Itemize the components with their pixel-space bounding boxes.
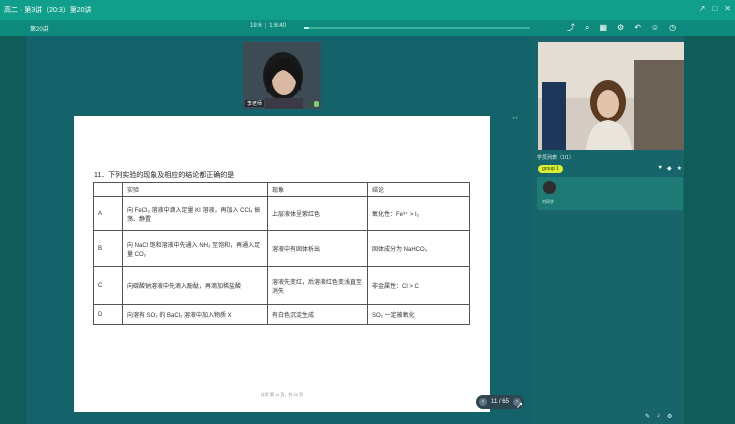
courseware-slide: 11．下列实验的现象及相应的结论都正确的是 实验 现象 结论 A 向 FeCl₃… [74, 116, 490, 412]
prev-page-button[interactable]: ‹ [479, 398, 487, 406]
table-header-row: 实验 现象 结论 [93, 182, 470, 197]
clock-icon[interactable]: ◷ [669, 22, 676, 33]
toolbar-icons: ⤴ ⌕ ▦ ⚙ ↶ ☺ ◷ [567, 22, 676, 33]
teacher-video[interactable]: 李老师 [243, 42, 321, 109]
member-name: 刘同学 [542, 199, 554, 204]
table-cell: 非金属性：Cl > C [367, 266, 470, 305]
table-cell: 氧化性：Fe³⁺ > I₂ [367, 196, 470, 231]
bottom-tool-icons: ✎ ♪ ⚙ [645, 413, 672, 420]
right-rail [684, 36, 735, 424]
table-row: D 向溶有 SO₂ 的 BaCl₂ 溶液中加入物质 X 有白色沉淀生成 SO₂ … [93, 304, 470, 325]
table-cell: 有白色沉淀生成 [267, 304, 368, 325]
table-cell: 向 FeCl₃ 溶液中滴入足量 KI 溶液，再加入 CCl₄ 振荡、静置 [122, 196, 268, 231]
window-controls: ↗ □ ✕ [699, 4, 731, 14]
mic-icon[interactable] [314, 101, 319, 107]
student-video-image [538, 42, 684, 150]
table-cell: 溶液先变红，后溶液红色变浅直至消失 [267, 266, 368, 305]
table-cell: B [93, 230, 123, 267]
mouse-cursor-icon: ➚ [516, 400, 524, 410]
course-name: 第20讲 [30, 27, 49, 33]
page-indicator: 11 / 65 [491, 399, 509, 405]
grid-icon[interactable]: ▦ [599, 22, 607, 33]
time-display: 19:6 | 1:6:40 [250, 23, 286, 29]
close-icon[interactable]: ✕ [724, 4, 731, 14]
user-icon[interactable]: ☺ [651, 22, 659, 33]
member-action-icons: ♥ ◆ ★ [658, 165, 682, 172]
sound-icon[interactable]: ♪ [657, 413, 660, 420]
table-cell: 向 NaCl 饱和溶液中先通入 NH₃ 至饱和，再通入足量 CO₂ [122, 230, 268, 267]
student-video[interactable] [538, 42, 684, 150]
table-cell: 上层液体呈紫红色 [267, 196, 368, 231]
table-cell: 固体成分为 NaHCO₃ [367, 230, 470, 267]
member-card[interactable]: 刘同学 [537, 177, 683, 210]
teacher-video-image [243, 42, 321, 109]
table-cell: 向溶有 SO₂ 的 BaCl₂ 溶液中加入物质 X [122, 304, 268, 325]
gear-icon[interactable]: ⚙ [667, 413, 672, 420]
like-icon[interactable]: ♥ [658, 165, 662, 172]
table-cell: C [93, 266, 123, 305]
live-class-window: 高二 · 第3讲（20:3）第20讲 ↗ □ ✕ 第20讲 19:6 | 1:6:4… [0, 0, 735, 424]
member-bar: group 1 ♥ ◆ ★ [537, 163, 684, 177]
share-icon[interactable]: ⤴ [567, 22, 575, 33]
table-cell: SO₂ 一定被氧化 [367, 304, 470, 325]
header-cell: 结论 [367, 182, 470, 197]
maximize-icon[interactable]: □ [712, 4, 717, 14]
window-title: 高二 · 第3讲（20:3）第20讲 [4, 7, 92, 14]
table-row: A 向 FeCl₃ 溶液中滴入足量 KI 溶液，再加入 CCl₄ 振荡、静置 上… [93, 196, 470, 231]
popout-icon[interactable]: ↗ [699, 4, 706, 14]
progress-fill [304, 27, 309, 29]
star-icon[interactable]: ★ [677, 165, 682, 172]
table-cell: 向碳酸钠溶液中先滴入酚酞，再滴加稀盐酸 [122, 266, 268, 305]
teacher-name: 李老师 [245, 100, 265, 107]
header-cell: 现象 [267, 182, 368, 197]
undo-icon[interactable]: ↶ [634, 22, 641, 33]
header-cell: 实验 [122, 182, 268, 197]
diamond-icon[interactable]: ◆ [667, 165, 672, 172]
question-title: 11．下列实验的现象及相应的结论都正确的是 [94, 172, 235, 179]
left-strip [0, 36, 26, 424]
stage-side-label: 1:1 [512, 115, 518, 120]
table-cell: A [93, 196, 123, 231]
avatar [543, 181, 556, 194]
slide-footer: 化学 第 11 页，共 22 页 [260, 392, 304, 397]
class-toolbar: 第20讲 19:6 | 1:6:40 ⤴ ⌕ ▦ ⚙ ↶ ☺ ◷ [0, 20, 735, 36]
search-icon[interactable]: ⌕ [585, 22, 589, 33]
table-row: C 向碳酸钠溶液中先滴入酚酞，再滴加稀盐酸 溶液先变红，后溶液红色变浅直至消失 … [93, 266, 470, 305]
group-badge[interactable]: group 1 [538, 165, 563, 173]
class-progress-bar [304, 27, 530, 29]
question-table: 实验 现象 结论 A 向 FeCl₃ 溶液中滴入足量 KI 溶液，再加入 CCl… [93, 182, 470, 325]
table-cell: 溶液中有固体析出 [267, 230, 368, 267]
title-bar: 高二 · 第3讲（20:3）第20讲 ↗ □ ✕ [0, 0, 735, 20]
total-time: 1:6:40 [269, 23, 286, 29]
member-list-label: 学员列表（1/1） [537, 155, 574, 161]
table-row: B 向 NaCl 饱和溶液中先通入 NH₃ 至饱和，再通入足量 CO₂ 溶液中有… [93, 230, 470, 267]
pen-icon[interactable]: ✎ [645, 413, 650, 420]
header-cell [93, 182, 123, 197]
settings-icon[interactable]: ⚙ [617, 22, 624, 33]
table-cell: D [93, 304, 123, 325]
elapsed-time: 19:6 [250, 23, 262, 29]
